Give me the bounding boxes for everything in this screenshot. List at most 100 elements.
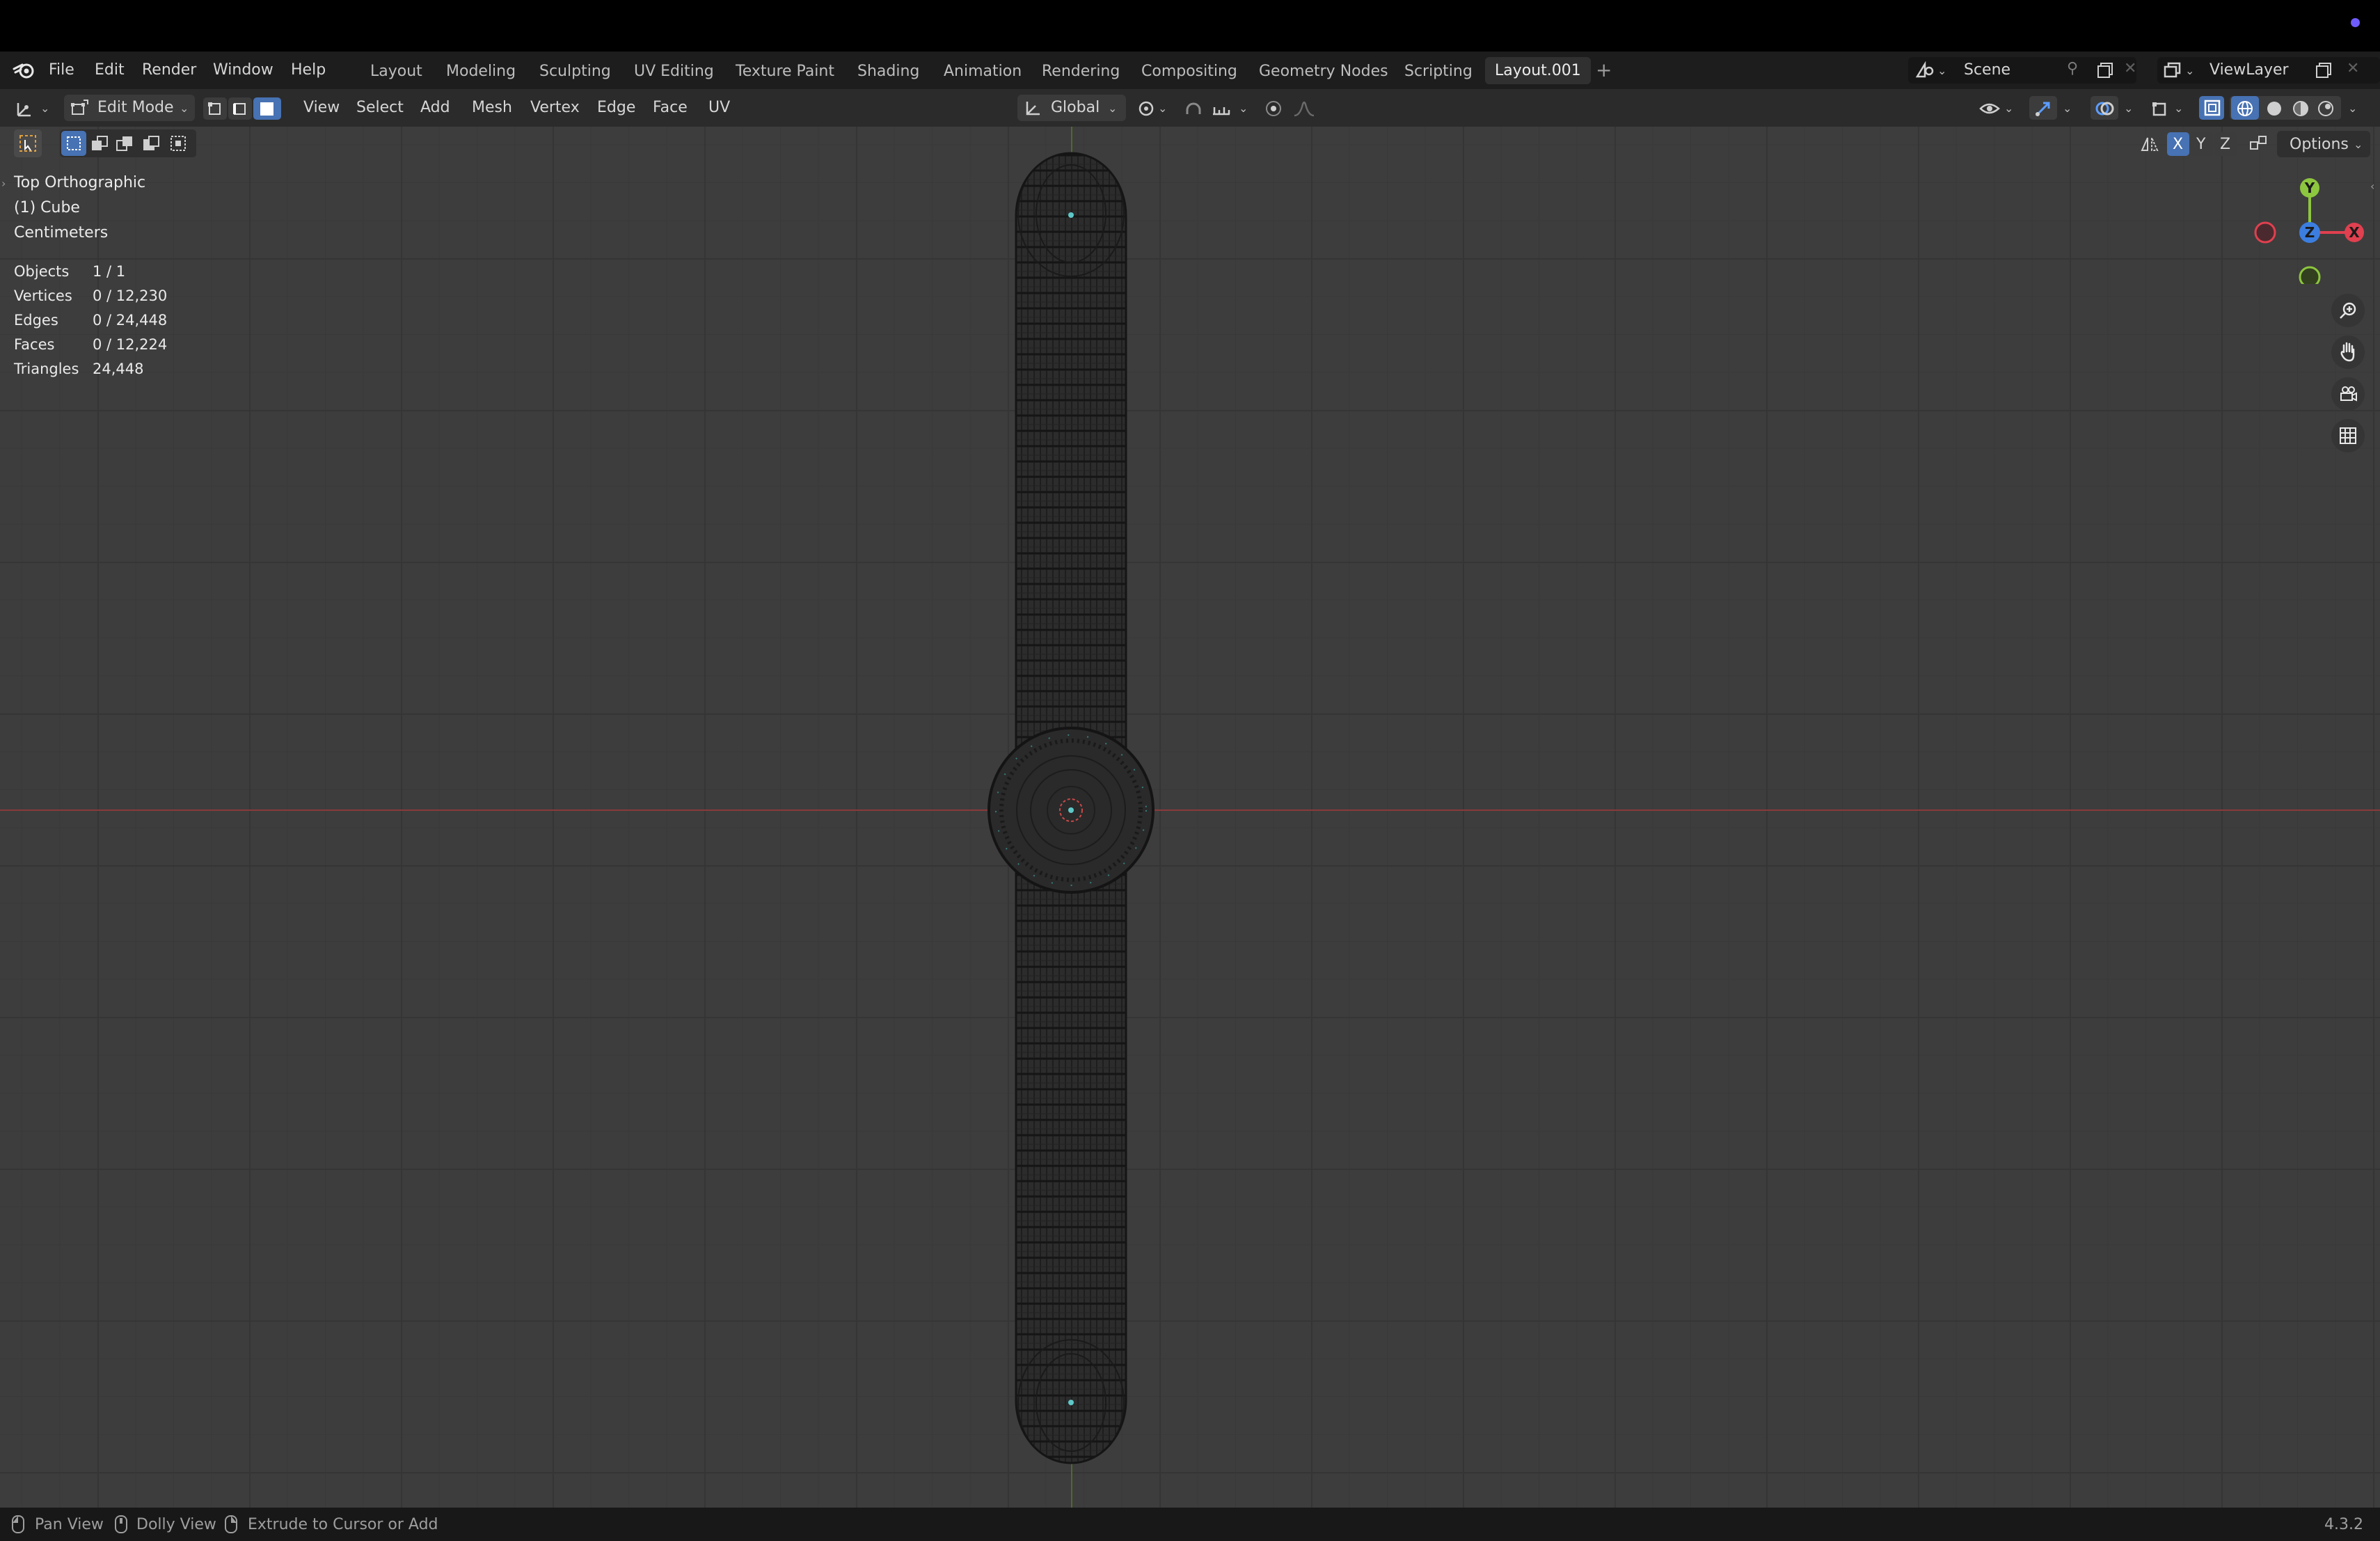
pivot-chevron-icon[interactable]: ⌄ — [1158, 102, 1167, 115]
overlays-chevron-icon[interactable]: ⌄ — [2124, 102, 2133, 115]
pin-scene-icon[interactable]: ⚲ — [2067, 61, 2078, 77]
tab-sculpting[interactable]: Sculpting — [539, 63, 611, 80]
mirror-y-label: Y — [2196, 136, 2206, 153]
menu-window[interactable]: Window — [213, 63, 273, 78]
view-layer-icon[interactable] — [2163, 61, 2182, 79]
tab-layout-001[interactable]: Layout.001 — [1485, 57, 1591, 84]
gizmo-x-label: X — [2349, 224, 2360, 241]
delete-view-layer-icon[interactable]: ✕ — [2347, 61, 2359, 77]
active-object-name: (1) Cube — [14, 199, 80, 216]
menu-help[interactable]: Help — [291, 63, 326, 78]
sidebar-expand-icon[interactable]: ‹ — [2370, 181, 2374, 192]
delete-scene-icon[interactable]: ✕ — [2124, 61, 2136, 77]
visibility-chevron-icon[interactable]: ⌄ — [2004, 102, 2013, 115]
blender-logo-icon[interactable] — [13, 61, 36, 79]
menu-edit[interactable]: Edit — [95, 63, 125, 78]
mirror-x-label: X — [2173, 136, 2184, 153]
scene-dropdown-chevron-icon[interactable]: ⌄ — [1937, 64, 1946, 77]
tab-shading[interactable]: Shading — [857, 63, 919, 80]
tab-texture-paint[interactable]: Texture Paint — [736, 63, 834, 80]
gizmo-icon — [2035, 102, 2050, 117]
snap-increment-icon[interactable] — [1211, 99, 1232, 118]
select-intersect-icon[interactable] — [170, 135, 189, 152]
orientation-chevron-icon[interactable]: ⌄ — [1108, 102, 1117, 115]
scene-icon[interactable] — [1915, 61, 1935, 79]
view-layer-dropdown-chevron-icon[interactable]: ⌄ — [2185, 64, 2194, 77]
scene-name[interactable]: Scene — [1964, 63, 2010, 78]
options-label[interactable]: Options — [2290, 137, 2349, 152]
wireframe-shading-icon — [2237, 101, 2253, 116]
mesh-wireframe[interactable] — [981, 148, 1162, 1470]
menu-add[interactable]: Add — [420, 100, 450, 116]
proportional-editing-icon[interactable] — [1264, 99, 1283, 118]
menu-render[interactable]: Render — [142, 63, 196, 78]
pivot-point-icon[interactable] — [1137, 99, 1158, 118]
shading-options-chevron-icon[interactable]: ⌄ — [2348, 102, 2357, 115]
editor-type-chevron-icon[interactable]: ⌄ — [40, 102, 49, 115]
select-invert-icon[interactable] — [142, 135, 161, 152]
snap-magnet-icon[interactable] — [1183, 99, 1204, 118]
add-workspace-icon[interactable]: + — [1596, 61, 1612, 80]
3d-viewport[interactable]: Top Orthographic (1) Cube Centimeters Ob… — [0, 127, 2380, 1508]
tab-compositing[interactable]: Compositing — [1141, 63, 1237, 80]
toolbar-expand-icon[interactable]: › — [1, 178, 6, 189]
status-extrude: Extrude to Cursor or Add — [248, 1516, 438, 1533]
tab-modeling[interactable]: Modeling — [446, 63, 516, 80]
zoom-icon — [2340, 302, 2356, 319]
tab-uv-editing[interactable]: UV Editing — [634, 63, 714, 80]
view-layer-name[interactable]: ViewLayer — [2210, 63, 2289, 78]
tab-scripting[interactable]: Scripting — [1404, 63, 1473, 80]
select-extend-icon[interactable] — [90, 135, 110, 152]
gizmo-y-label: Y — [2304, 180, 2315, 196]
menu-view[interactable]: View — [303, 100, 340, 116]
stat-faces-value: 0 / 12,224 — [93, 336, 168, 353]
mouse-middle-icon — [115, 1515, 127, 1533]
menu-select[interactable]: Select — [356, 100, 404, 116]
snap-chevron-icon[interactable]: ⌄ — [1239, 102, 1248, 115]
status-dolly-view: Dolly View — [136, 1516, 216, 1533]
navigation-gizmo[interactable]: Y X Z — [2248, 173, 2373, 284]
gizmo-chevron-icon[interactable]: ⌄ — [2063, 102, 2072, 115]
material-preview-shading-icon[interactable] — [2291, 99, 2310, 118]
gizmo-x-negative[interactable] — [2254, 221, 2276, 244]
gizmo-y-negative[interactable] — [2299, 266, 2321, 284]
grid-ortho-icon — [2340, 427, 2356, 444]
mirror-icon[interactable] — [2139, 134, 2160, 155]
tab-animation[interactable]: Animation — [944, 63, 1022, 80]
new-scene-icon[interactable] — [2096, 61, 2114, 79]
menu-vertex[interactable]: Vertex — [530, 100, 580, 116]
menu-edge[interactable]: Edge — [597, 100, 635, 116]
menu-uv[interactable]: UV — [708, 100, 730, 116]
edit-mode-icon — [71, 100, 88, 115]
menu-face[interactable]: Face — [653, 100, 688, 116]
select-box-tool-icon — [19, 135, 36, 152]
visibility-selectability-icon[interactable] — [1979, 99, 2001, 118]
mode-label[interactable]: Edit Mode — [97, 100, 174, 116]
tab-rendering[interactable]: Rendering — [1042, 63, 1120, 80]
status-pan-view: Pan View — [35, 1516, 104, 1533]
select-new-icon — [67, 136, 81, 150]
mesh-edit-overlays-icon[interactable] — [2150, 99, 2170, 118]
topology-mirror-icon[interactable] — [2248, 134, 2269, 155]
select-subtract-icon[interactable] — [116, 135, 135, 152]
tab-layout[interactable]: Layout — [370, 63, 422, 80]
stat-triangles-value: 24,448 — [93, 361, 144, 377]
x-axis-line — [0, 809, 2380, 811]
menu-file[interactable]: File — [49, 63, 74, 78]
title-bar — [0, 0, 2380, 52]
mode-chevron-icon[interactable]: ⌄ — [180, 102, 189, 115]
app-version: 4.3.2 — [2324, 1516, 2363, 1533]
vertex-select-icon — [208, 102, 221, 115]
solid-shading-icon[interactable] — [2264, 99, 2284, 118]
tab-geometry-nodes[interactable]: Geometry Nodes — [1259, 63, 1388, 80]
editor-type-icon[interactable] — [15, 99, 39, 118]
camera-icon — [2340, 386, 2357, 402]
new-view-layer-icon[interactable] — [2315, 61, 2333, 79]
proportional-falloff-icon[interactable] — [1293, 99, 1321, 118]
mesh-edit-overlays-chevron-icon[interactable]: ⌄ — [2174, 102, 2183, 115]
rendered-shading-icon[interactable] — [2316, 99, 2335, 118]
menu-mesh[interactable]: Mesh — [472, 100, 512, 116]
hand-pan-icon — [2340, 342, 2355, 362]
options-chevron-icon[interactable]: ⌄ — [2354, 138, 2363, 151]
orientation-label[interactable]: Global — [1051, 100, 1100, 116]
